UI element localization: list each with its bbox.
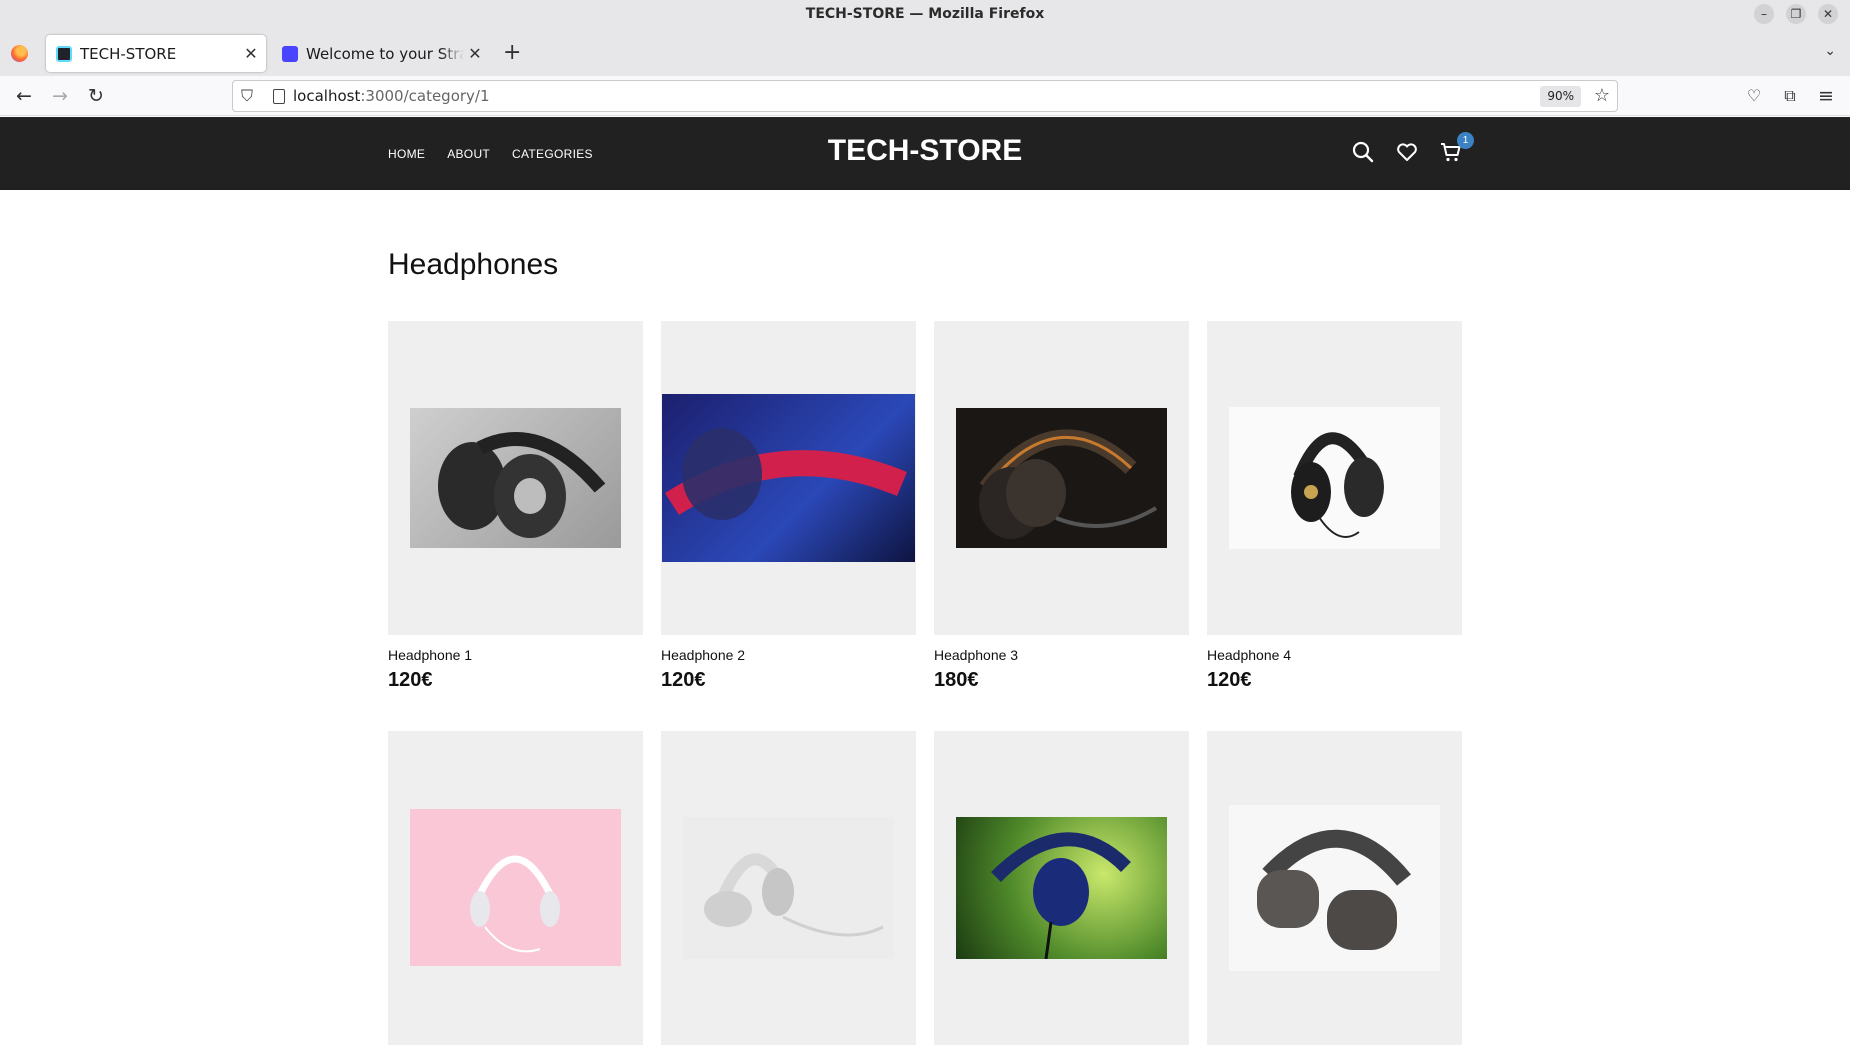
firefox-view-icon[interactable]	[11, 45, 28, 62]
headphone-image	[410, 408, 621, 548]
react-favicon-icon	[56, 45, 72, 62]
product-name[interactable]: Headphone 3	[934, 647, 1189, 663]
strapi-favicon-icon	[282, 45, 298, 62]
pocket-icon[interactable]: ♡	[1740, 82, 1768, 110]
search-icon[interactable]	[1350, 139, 1376, 165]
navigation-toolbar: ← → ↻ ⛉ localhost:3000/category/1 90% ☆ …	[0, 76, 1850, 116]
url-text[interactable]: localhost:3000/category/1	[293, 81, 490, 111]
product-name[interactable]: Headphone 2	[661, 647, 916, 663]
product-thumbnail[interactable]	[1207, 321, 1462, 635]
product-thumbnail[interactable]	[934, 321, 1189, 635]
cart-icon[interactable]: 1	[1438, 132, 1474, 165]
product-thumbnail[interactable]	[661, 321, 916, 635]
product-price: 180€	[934, 669, 979, 691]
product-price: 120€	[661, 669, 706, 691]
tab-tech-store[interactable]: TECH-STORE ✕	[46, 35, 266, 72]
close-tab-icon[interactable]: ✕	[240, 44, 262, 63]
site-header: HOME ABOUT CATEGORIES TECH-STORE 1	[0, 117, 1850, 190]
close-window-icon[interactable]: ✕	[1818, 4, 1838, 24]
product-card[interactable]: Headphone 2 120€	[661, 321, 916, 692]
tab-strapi[interactable]: Welcome to your Strapi a ✕	[272, 35, 490, 72]
extensions-icon[interactable]: ⧉	[1776, 82, 1804, 110]
product-thumbnail[interactable]	[1207, 731, 1462, 1045]
headphone-image	[956, 817, 1167, 959]
wishlist-heart-icon[interactable]	[1394, 139, 1420, 165]
tracking-shield-icon[interactable]: ⛉	[241, 81, 253, 111]
product-card[interactable]: Headphone 1 120€	[388, 321, 643, 692]
url-host: localhost	[293, 87, 361, 105]
restore-icon[interactable]: ❐	[1786, 4, 1806, 24]
window-titlebar: TECH-STORE — Mozilla Firefox – ❐ ✕	[0, 0, 1850, 30]
product-card[interactable]	[934, 731, 1189, 1048]
headphone-image	[1229, 805, 1440, 971]
category-title: Headphones	[388, 248, 559, 281]
close-tab-icon[interactable]: ✕	[464, 44, 486, 63]
product-price: 120€	[388, 669, 433, 691]
product-card[interactable]: Headphone 3 180€	[934, 321, 1189, 692]
list-tabs-chevron-icon[interactable]: ⌄	[1824, 43, 1836, 59]
forward-arrow-icon[interactable]: →	[46, 82, 74, 110]
new-tab-icon[interactable]: +	[503, 40, 521, 66]
window-title: TECH-STORE — Mozilla Firefox	[805, 6, 1045, 22]
reload-icon[interactable]: ↻	[82, 82, 110, 110]
menu-hamburger-icon[interactable]: ≡	[1812, 82, 1840, 110]
site-brand-logo[interactable]: TECH-STORE	[0, 134, 1850, 168]
back-arrow-icon[interactable]: ←	[10, 82, 38, 110]
product-card[interactable]: Headphone 4 120€	[1207, 321, 1462, 692]
product-thumbnail[interactable]	[661, 731, 916, 1045]
product-card[interactable]	[388, 731, 643, 1048]
tab-label: Welcome to your Strapi a	[306, 44, 464, 63]
product-name[interactable]: Headphone 4	[1207, 647, 1462, 663]
headphone-image	[662, 394, 915, 562]
headphone-image	[410, 809, 621, 966]
tab-bar: TECH-STORE ✕ Welcome to your Strapi a ✕ …	[0, 30, 1850, 76]
product-thumbnail[interactable]	[388, 321, 643, 635]
product-card[interactable]	[1207, 731, 1462, 1048]
address-bar[interactable]: ⛉ localhost:3000/category/1 90% ☆	[232, 80, 1618, 112]
cart-count-badge: 1	[1457, 132, 1474, 149]
bookmark-star-icon[interactable]: ☆	[1594, 81, 1610, 111]
zoom-level-button[interactable]: 90%	[1540, 86, 1581, 107]
headphone-image	[683, 817, 894, 959]
product-price: 120€	[1207, 669, 1252, 691]
product-thumbnail[interactable]	[388, 731, 643, 1045]
tab-label: TECH-STORE	[80, 44, 177, 63]
headphone-image	[1229, 407, 1440, 549]
product-card[interactable]	[661, 731, 916, 1048]
headphone-image	[956, 408, 1167, 548]
product-name[interactable]: Headphone 1	[388, 647, 643, 663]
minimize-icon[interactable]: –	[1754, 4, 1774, 24]
page-info-icon[interactable]	[273, 89, 285, 104]
url-path: :3000/category/1	[360, 87, 490, 105]
product-thumbnail[interactable]	[934, 731, 1189, 1045]
